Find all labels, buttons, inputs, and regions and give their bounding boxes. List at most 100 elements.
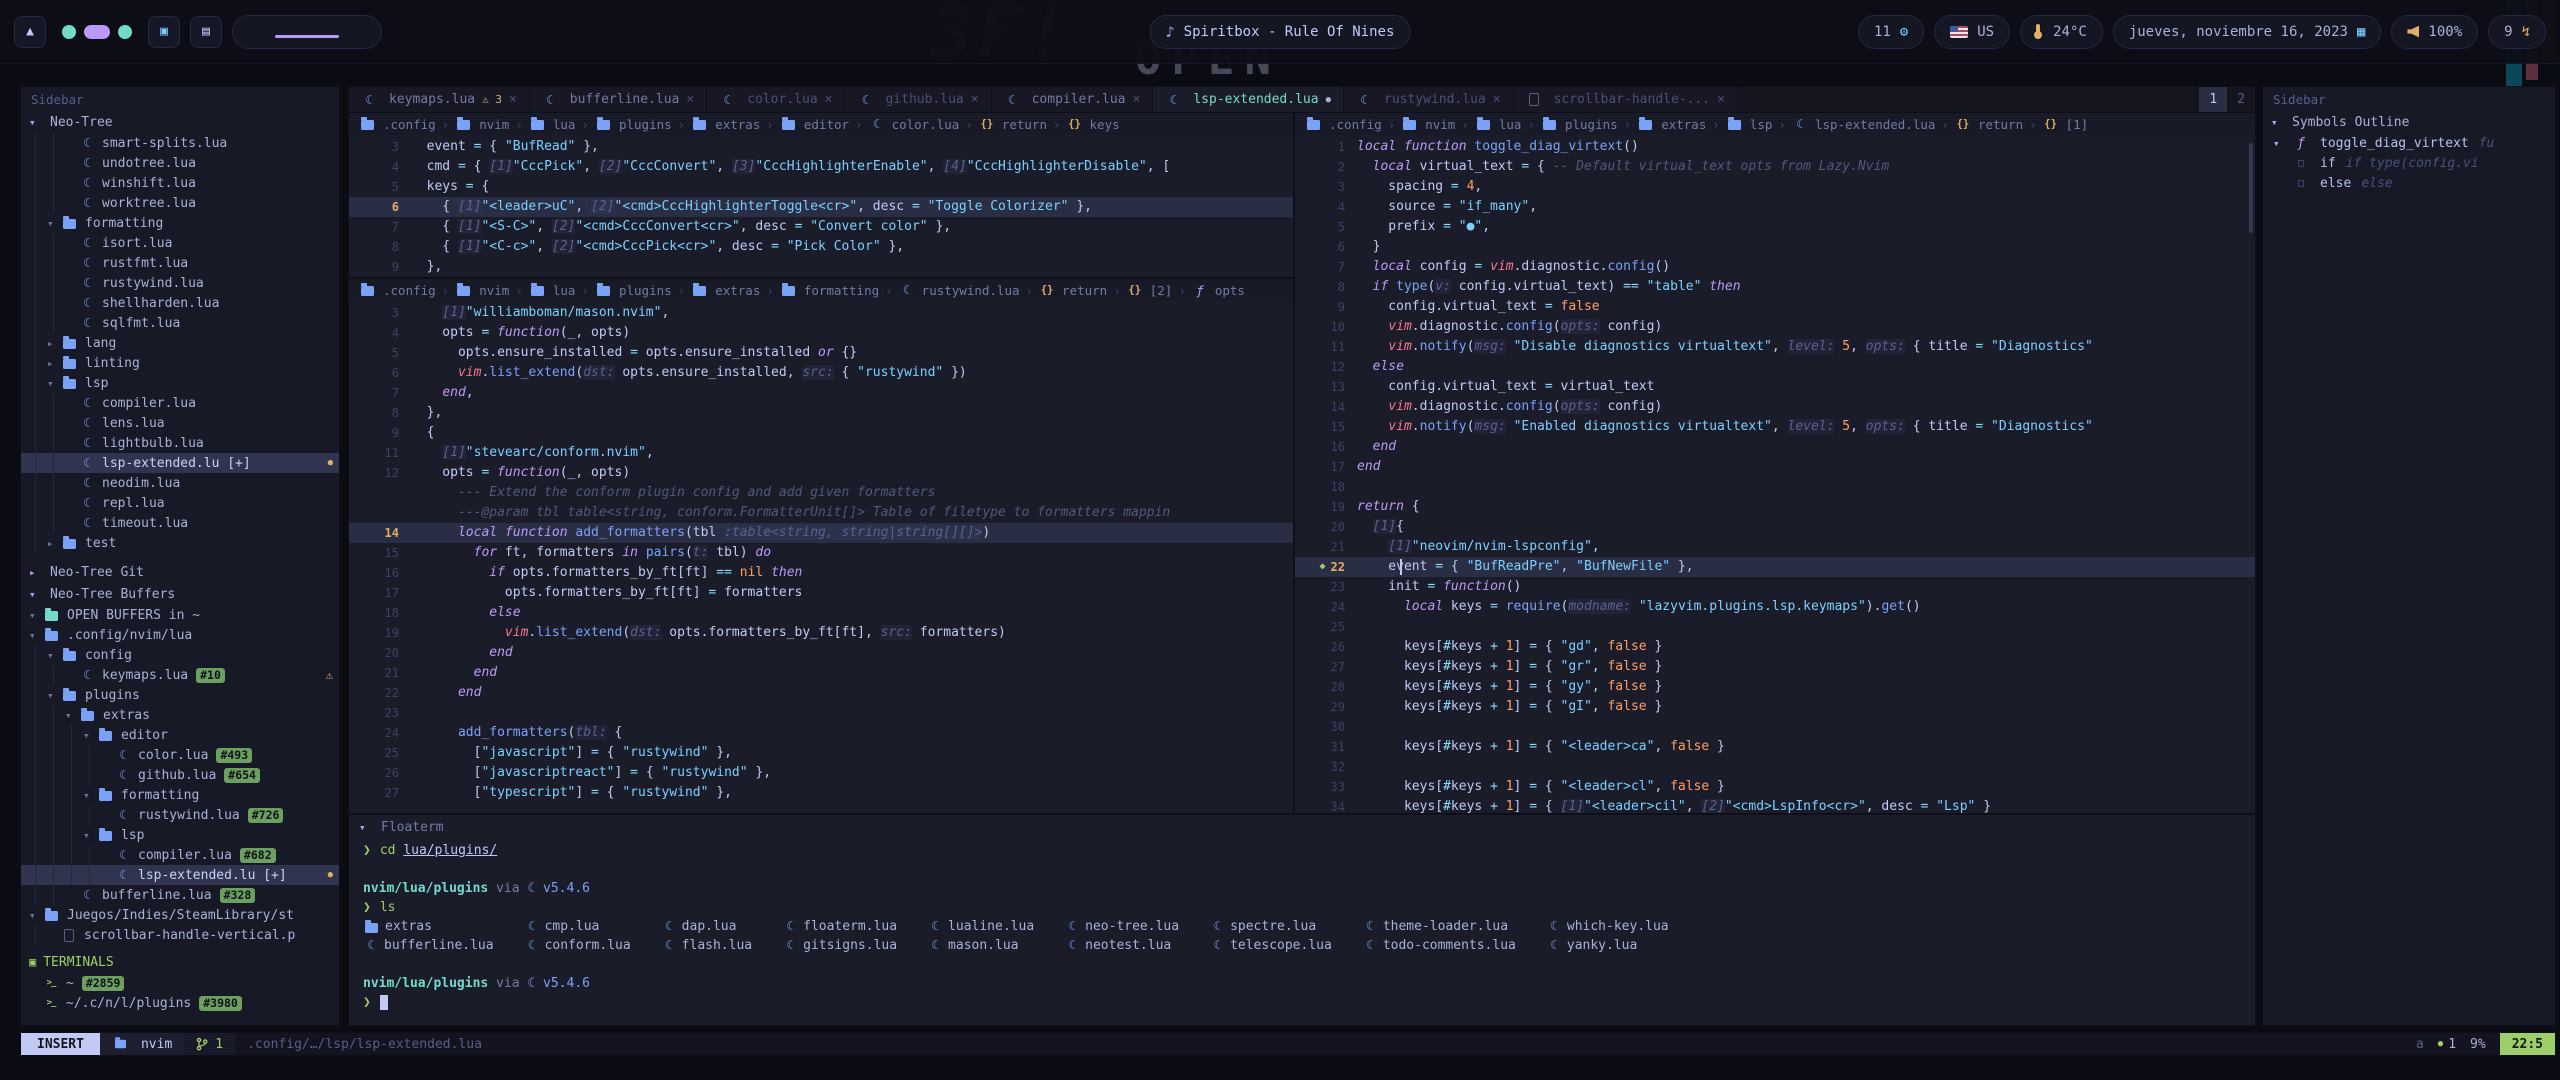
- floaterm-titlebar[interactable]: ▾ Floaterm: [349, 815, 2255, 839]
- tree-item[interactable]: ☾bufferline.lua#328: [21, 885, 339, 905]
- breadcrumb-segment[interactable]: lua: [529, 283, 576, 298]
- breadcrumb-segment[interactable]: extras: [691, 117, 760, 132]
- breadcrumb-segment[interactable]: editor: [780, 117, 849, 132]
- breadcrumb-segment[interactable]: extras: [691, 283, 760, 298]
- expander-icon[interactable]: ▾: [83, 829, 97, 842]
- workspace-dot[interactable]: [62, 25, 76, 39]
- outline-item[interactable]: □ifif type(config.vi: [2263, 153, 2555, 173]
- code-line[interactable]: 24 add_formatters(tbl: {: [349, 723, 1293, 743]
- breadcrumb-segment[interactable]: nvim: [455, 283, 509, 298]
- file-entry[interactable]: ☾lualine.lua: [927, 917, 1034, 936]
- tree-item[interactable]: ☾rustywind.lua: [21, 273, 339, 293]
- file-entry[interactable]: ☾cmp.lua: [524, 917, 631, 936]
- tree-item[interactable]: ☾keymaps.lua#10⚠: [21, 665, 339, 685]
- code-line[interactable]: 6 vim.list_extend(dst: opts.ensure_insta…: [349, 363, 1293, 383]
- tree-item[interactable]: ☾lens.lua: [21, 413, 339, 433]
- code-line[interactable]: 23: [349, 703, 1293, 723]
- tree-item[interactable]: ☾color.lua#493: [21, 745, 339, 765]
- pane1-code[interactable]: 3 event = { "BufRead" },4 cmd = { [1]"Cc…: [349, 135, 1293, 277]
- clipboard-button[interactable]: ▣: [148, 16, 180, 48]
- outline-item[interactable]: ▾ƒtoggle_diag_virtextfu: [2263, 133, 2555, 153]
- tree-item[interactable]: ☾repl.lua: [21, 493, 339, 513]
- close-icon[interactable]: ×: [1493, 92, 1501, 107]
- file-entry[interactable]: ☾telescope.lua: [1209, 936, 1332, 955]
- code-line[interactable]: 28 keys[#keys + 1] = { "gy", false }: [1295, 677, 2255, 697]
- music-player-widget[interactable]: ♪ Spiritbox - Rule Of Nines: [1150, 15, 1411, 49]
- breadcrumb-segment[interactable]: ☾lsp-extended.lua: [1792, 117, 1935, 132]
- code-line[interactable]: 25 ["javascript"] = { "rustywind" },: [349, 743, 1293, 763]
- code-line[interactable]: 8 if type(v: config.virtual_text) == "ta…: [1295, 277, 2255, 297]
- breadcrumb-segment[interactable]: lua: [529, 117, 576, 132]
- tree-item[interactable]: ▾config: [21, 645, 339, 665]
- code-line[interactable]: 19 vim.list_extend(dst: opts.formatters_…: [349, 623, 1293, 643]
- code-line[interactable]: 3 event = { "BufRead" },: [349, 137, 1293, 157]
- expander-icon[interactable]: ▸: [47, 337, 61, 350]
- breadcrumb-segment[interactable]: extras: [1637, 117, 1706, 132]
- tree-item[interactable]: ▾OPEN BUFFERS in ~: [21, 605, 339, 625]
- file-entry[interactable]: ☾spectre.lua: [1209, 917, 1332, 936]
- breadcrumb-segment[interactable]: formatting: [780, 283, 879, 298]
- breadcrumb-segment[interactable]: nvim: [1401, 117, 1455, 132]
- code-line[interactable]: 24 local keys = require(modname: "lazyvi…: [1295, 597, 2255, 617]
- file-entry[interactable]: ☾floaterm.lua: [782, 917, 897, 936]
- code-line[interactable]: 7 end,: [349, 383, 1293, 403]
- tree-item[interactable]: ☾rustfmt.lua: [21, 253, 339, 273]
- file-entry[interactable]: ☾dap.lua: [661, 917, 752, 936]
- code-line[interactable]: 1local function toggle_diag_virtext(): [1295, 137, 2255, 157]
- code-line[interactable]: 12 else: [1295, 357, 2255, 377]
- tree-item[interactable]: ☾compiler.lua: [21, 393, 339, 413]
- file-entry[interactable]: ☾bufferline.lua: [363, 936, 494, 955]
- file-entry[interactable]: ☾neo-tree.lua: [1064, 917, 1179, 936]
- workspace-dot-active[interactable]: [84, 25, 110, 39]
- code-line[interactable]: 3 [1]"williamboman/mason.nvim",: [349, 303, 1293, 323]
- close-icon[interactable]: ×: [509, 92, 517, 107]
- code-line[interactable]: 34 keys[#keys + 1] = { [1]"<leader>cil",…: [1295, 797, 2255, 813]
- tree-item[interactable]: ▸linting: [21, 353, 339, 373]
- close-icon[interactable]: ×: [825, 92, 833, 107]
- file-entry[interactable]: ☾yanky.lua: [1546, 936, 1669, 955]
- file-entry[interactable]: ☾mason.lua: [927, 936, 1034, 955]
- tree-item[interactable]: ▾lsp: [21, 825, 339, 845]
- tree-item[interactable]: ☾isort.lua: [21, 233, 339, 253]
- tab-github-lua[interactable]: ☾github.lua×: [845, 87, 991, 112]
- breadcrumb-segment[interactable]: nvim: [455, 117, 509, 132]
- code-line[interactable]: 30: [1295, 717, 2255, 737]
- code-line[interactable]: 29 keys[#keys + 1] = { "gI", false }: [1295, 697, 2255, 717]
- code-line[interactable]: 14 vim.diagnostic.config(opts: config): [1295, 397, 2255, 417]
- breadcrumb-segment[interactable]: {}keys: [1067, 117, 1120, 132]
- outline-item[interactable]: □elseelse: [2263, 173, 2555, 193]
- terminals-section-header[interactable]: ▣ TERMINALS: [21, 951, 339, 973]
- code-line[interactable]: 4 cmd = { [1]"CccPick", [2]"CccConvert",…: [349, 157, 1293, 177]
- notes-button[interactable]: ▤: [190, 16, 222, 48]
- code-line[interactable]: 6 { [1]"<leader>uC", [2]"<cmd>CccHighlig…: [349, 197, 1293, 217]
- breadcrumb-segment[interactable]: .config: [359, 283, 436, 298]
- code-line[interactable]: ◆22 event = { "BufReadPre", "BufNewFile"…: [1295, 557, 2255, 577]
- tree-item[interactable]: ▸lang: [21, 333, 339, 353]
- code-line[interactable]: 7 local config = vim.diagnostic.config(): [1295, 257, 2255, 277]
- tab-compiler-lua[interactable]: ☾compiler.lua×: [992, 87, 1154, 112]
- tree-item[interactable]: ☾smart-splits.lua: [21, 133, 339, 153]
- date-widget[interactable]: jueves, noviembre 16, 2023 ▦: [2113, 15, 2382, 49]
- breadcrumb-segment[interactable]: {}[2]: [1127, 283, 1173, 298]
- code-line[interactable]: 26 keys[#keys + 1] = { "gd", false }: [1295, 637, 2255, 657]
- code-line[interactable]: 4 opts = function(_, opts): [349, 323, 1293, 343]
- code-line[interactable]: 11 vim.notify(msg: "Disable diagnostics …: [1295, 337, 2255, 357]
- code-line[interactable]: 5 opts.ensure_installed = opts.ensure_in…: [349, 343, 1293, 363]
- breadcrumb-segment[interactable]: {}return: [1955, 117, 2023, 132]
- code-line[interactable]: 27 ["typescript"] = { "rustywind" },: [349, 783, 1293, 803]
- tree-item[interactable]: ☾undotree.lua: [21, 153, 339, 173]
- tabpage-2[interactable]: 2: [2227, 87, 2255, 112]
- tree-item[interactable]: ▾lsp: [21, 373, 339, 393]
- weather-widget[interactable]: 24°C: [2020, 15, 2103, 49]
- tree-item[interactable]: ☾lsp-extended.lu [+]●: [21, 453, 339, 473]
- volume-widget[interactable]: 100%: [2391, 15, 2478, 49]
- code-line[interactable]: 20 end: [349, 643, 1293, 663]
- close-icon[interactable]: ×: [686, 92, 694, 107]
- code-line[interactable]: 16 end: [1295, 437, 2255, 457]
- code-line[interactable]: 17 opts.formatters_by_ft[ft] = formatter…: [349, 583, 1293, 603]
- breadcrumb-segment[interactable]: plugins: [595, 117, 672, 132]
- stats-widget[interactable]: 9 ↯: [2488, 15, 2546, 49]
- expander-icon[interactable]: ▾: [47, 689, 61, 702]
- code-line[interactable]: 2 local virtual_text = { -- Default virt…: [1295, 157, 2255, 177]
- close-icon[interactable]: ×: [1717, 92, 1725, 107]
